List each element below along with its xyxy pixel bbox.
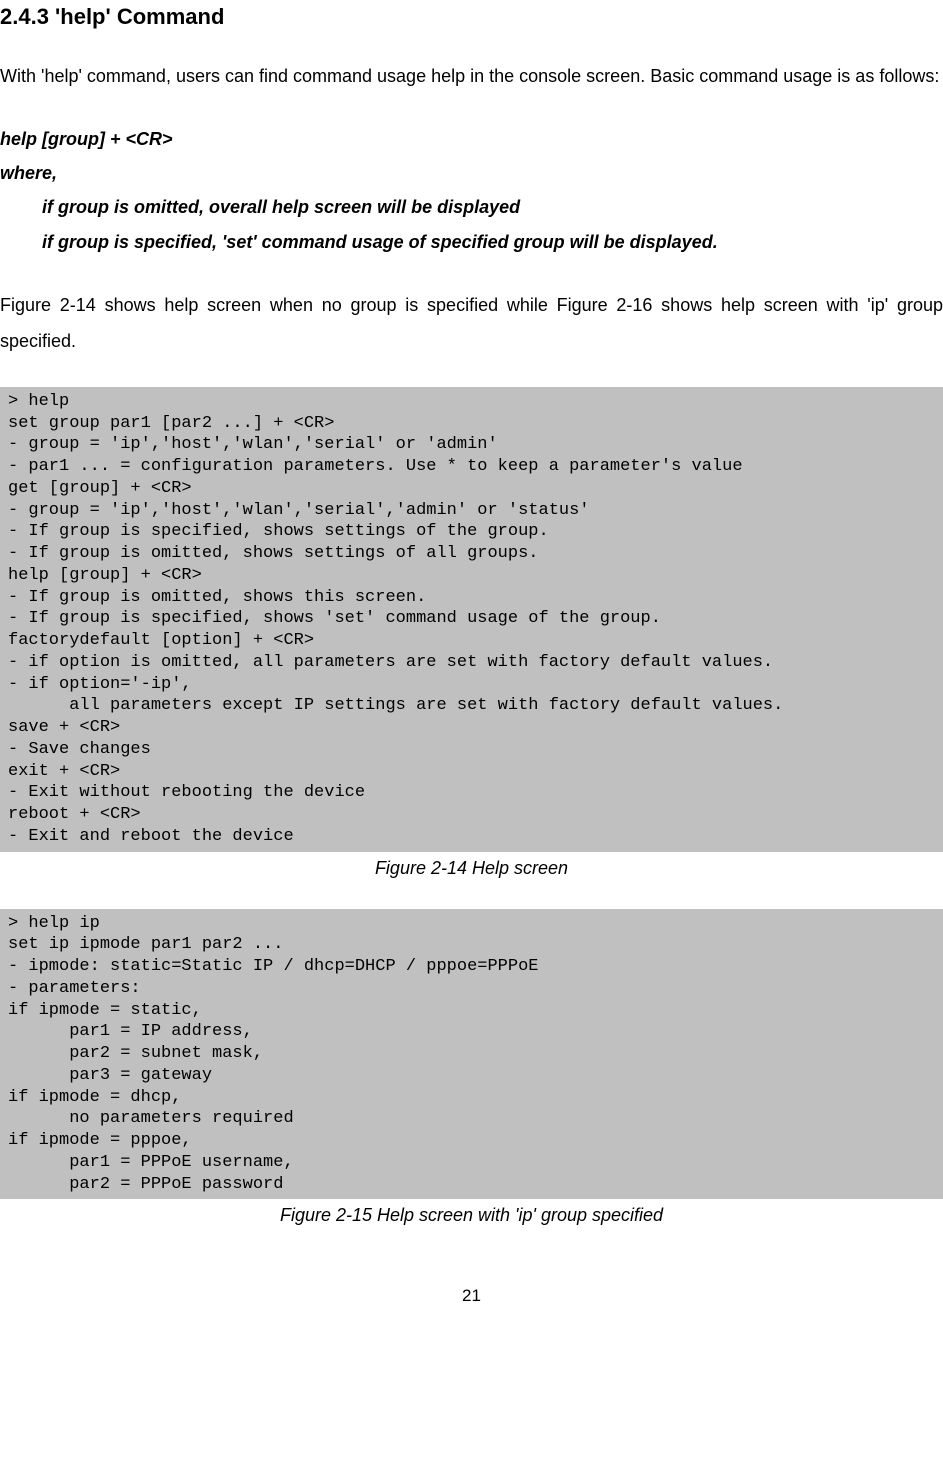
- figure-caption-2-14: Figure 2-14 Help screen: [0, 858, 943, 879]
- intro-paragraph: With 'help' command, users can find comm…: [0, 58, 943, 94]
- syntax-where: where,: [0, 156, 943, 190]
- console-output-help-ip: > help ip set ip ipmode par1 par2 ... - …: [0, 909, 943, 1200]
- figure-caption-2-15: Figure 2-15 Help screen with 'ip' group …: [0, 1205, 943, 1226]
- syntax-specified: if group is specified, 'set' command usa…: [0, 225, 943, 259]
- console-output-help: > help set group par1 [par2 ...] + <CR> …: [0, 387, 943, 852]
- syntax-block: help [group] + <CR> where, if group is o…: [0, 122, 943, 259]
- section-heading: 2.4.3 'help' Command: [0, 4, 943, 30]
- syntax-omitted: if group is omitted, overall help screen…: [0, 190, 943, 224]
- syntax-command: help [group] + <CR>: [0, 122, 943, 156]
- document-page: 2.4.3 'help' Command With 'help' command…: [0, 4, 943, 1346]
- page-number: 21: [0, 1286, 943, 1306]
- bridge-paragraph: Figure 2-14 shows help screen when no gr…: [0, 287, 943, 359]
